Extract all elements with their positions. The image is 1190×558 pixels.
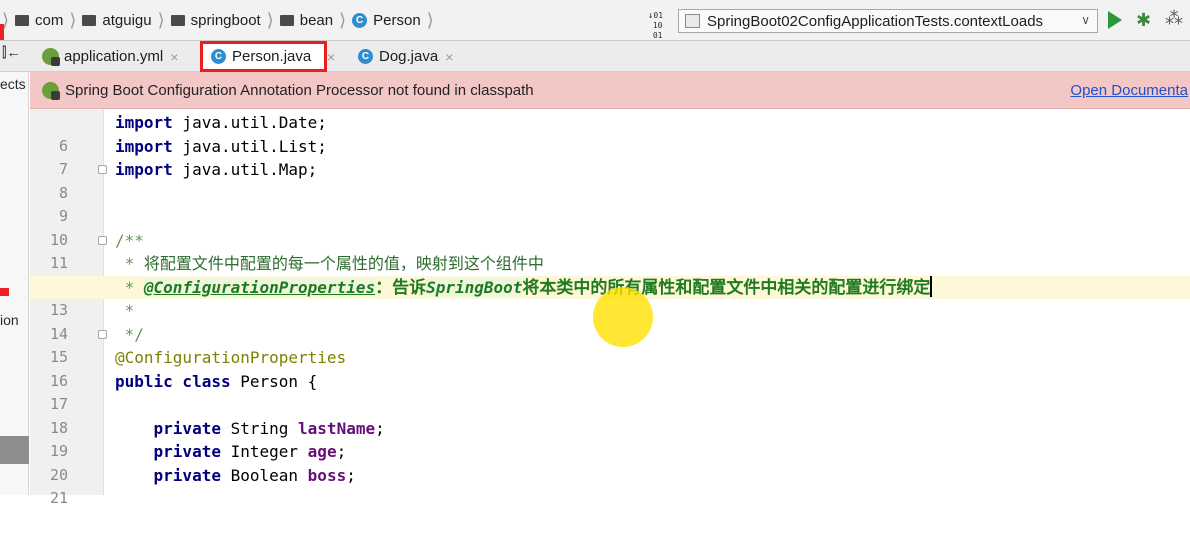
panel-label: ects [0, 76, 26, 92]
breadcrumb-item-bean[interactable]: bean [279, 12, 334, 29]
breadcrumb-separator: ⟩ [69, 10, 77, 30]
class-icon: C [352, 13, 368, 28]
notification-banner: Spring Boot Configuration Annotation Pro… [30, 72, 1190, 109]
spring-yml-icon [42, 48, 60, 66]
notification-message: Spring Boot Configuration Annotation Pro… [65, 81, 534, 99]
code-line: 11 /** [30, 229, 1190, 273]
project-panel-edge: ects ion [0, 72, 29, 495]
breadcrumb-separator: ⟩ [157, 10, 165, 30]
tab-person-java[interactable]: C Person.java [200, 41, 327, 72]
tab-label: Dog.java [379, 48, 439, 65]
breadcrumb-item-person[interactable]: C Person [352, 12, 421, 29]
highlight-marker [0, 288, 9, 296]
class-icon: C [358, 49, 373, 64]
code-line: 16 @ConfigurationProperties [30, 346, 1190, 390]
coverage-icon[interactable]: ⁂ [1165, 8, 1183, 29]
code-line: 6 import java.util.Date; [30, 111, 1190, 155]
panel-label: ion [0, 312, 19, 328]
code-line: 19 private String lastName; [30, 417, 1190, 461]
collapse-panel-icon[interactable]: ⫿← [2, 44, 20, 61]
code-line: 17 public class Person { [30, 370, 1190, 414]
mouse-cursor-highlight [593, 287, 653, 347]
tab-label: application.yml [64, 48, 164, 65]
close-icon[interactable]: × [170, 49, 178, 65]
code-line: 12 * 将配置文件中配置的每一个属性的值，映射到这个组件中 [30, 252, 1190, 296]
editor-tab-bar [0, 41, 1190, 72]
code-line: 18 [30, 393, 1190, 437]
run-configuration-select[interactable]: SpringBoot02ConfigApplicationTests.conte… [678, 9, 1098, 33]
breadcrumb-item-atguigu[interactable]: atguigu [82, 12, 152, 29]
fold-marker-icon[interactable] [98, 235, 107, 245]
breadcrumb: ⟩ com ⟩ atguigu ⟩ springboot ⟩ bean ⟩ C … [0, 0, 440, 41]
code-line: 8 import java.util.Map; [30, 158, 1190, 202]
close-icon[interactable]: × [445, 49, 453, 65]
code-line: 10 [30, 205, 1190, 249]
tab-label: Person.java [232, 48, 312, 65]
package-folder-icon [82, 15, 97, 26]
text-caret [930, 275, 933, 297]
tab-dog-java[interactable]: C Dog.java × [358, 41, 453, 72]
chevron-down-icon: ∨ [1081, 13, 1090, 27]
breadcrumb-label: com [35, 12, 64, 29]
debug-icon[interactable]: ✱ [1136, 10, 1151, 31]
code-line: 9 [30, 182, 1190, 225]
fold-marker-icon[interactable] [98, 165, 107, 174]
breadcrumb-label: springboot [190, 12, 261, 29]
breadcrumb-item-com[interactable]: com [15, 12, 63, 29]
line-number: 21 [49, 489, 68, 507]
open-documentation-link[interactable]: Open Documenta [1070, 82, 1188, 99]
breadcrumb-label: Person [373, 12, 421, 29]
package-folder-icon [15, 15, 30, 26]
code-line: 20 private Integer age; [30, 440, 1190, 484]
breadcrumb-separator: ⟩ [339, 10, 347, 30]
fold-marker-icon[interactable] [98, 329, 107, 339]
close-icon[interactable]: × [327, 41, 335, 72]
breadcrumb-label: atguigu [102, 12, 152, 29]
spring-leaf-icon [42, 81, 60, 100]
tab-application-yml[interactable]: application.yml × [42, 41, 178, 72]
package-folder-icon [170, 15, 185, 26]
run-icon[interactable] [1108, 11, 1122, 29]
scroll-thumb[interactable] [0, 436, 29, 464]
breadcrumb-separator: ⟩ [426, 10, 434, 30]
navigation-bar: ⟩ com ⟩ atguigu ⟩ springboot ⟩ bean ⟩ C … [0, 0, 1190, 41]
breadcrumb-label: bean [299, 12, 334, 29]
code-line: 21 private Boolean boss; [30, 464, 1190, 508]
code-line: 7 import java.util.List; [30, 135, 1190, 179]
breadcrumb-separator: ⟩ [2, 10, 10, 30]
package-folder-icon [279, 15, 294, 26]
sort-icon[interactable]: ↓01 10 01 [648, 11, 670, 40]
breadcrumb-item-springboot[interactable]: springboot [170, 12, 261, 29]
run-configuration-label: SpringBoot02ConfigApplicationTests.conte… [707, 12, 1044, 30]
breadcrumb-separator: ⟩ [266, 10, 274, 30]
class-icon: C [211, 49, 226, 64]
configuration-icon [685, 14, 700, 28]
